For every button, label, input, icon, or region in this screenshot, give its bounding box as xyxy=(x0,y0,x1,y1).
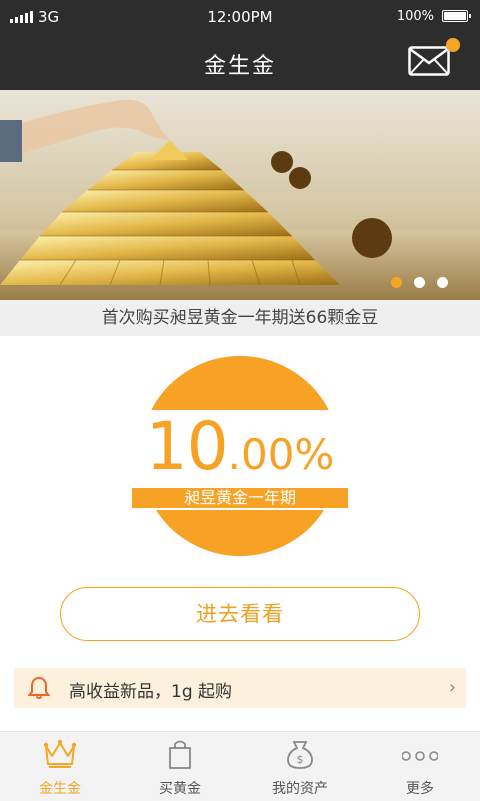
gold-pyramid-image xyxy=(0,99,480,300)
rate-integer: 10 xyxy=(145,408,229,485)
carousel-dot[interactable] xyxy=(437,277,448,288)
money-bag-icon: $ xyxy=(287,741,313,769)
promo-banner[interactable] xyxy=(0,90,480,300)
tab-my-assets[interactable]: $ 我的资产 xyxy=(240,732,360,801)
unread-badge xyxy=(446,38,460,52)
mail-button[interactable] xyxy=(408,38,460,76)
view-details-button[interactable]: 进去看看 xyxy=(60,587,420,641)
bell-icon xyxy=(28,676,50,699)
tab-label: 我的资产 xyxy=(272,781,328,797)
carousel-indicator[interactable] xyxy=(391,277,448,288)
product-name: 昶昱黄金一年期 xyxy=(130,486,350,510)
more-dots-icon xyxy=(402,751,438,761)
notice-bar[interactable]: 高收益新品，1g 起购 › xyxy=(14,668,466,708)
chevron-right-icon: › xyxy=(448,677,456,698)
tab-label: 更多 xyxy=(406,781,434,797)
rate-decimal: .00% xyxy=(227,430,335,479)
tab-more[interactable]: 更多 xyxy=(360,732,480,801)
rate-badge[interactable]: 10.00% 昶昱黄金一年期 xyxy=(130,356,350,556)
battery-level: 100% xyxy=(396,9,434,24)
notice-text: 高收益新品，1g 起购 xyxy=(69,682,233,702)
envelope-icon xyxy=(408,46,450,76)
bottom-nav: 金生金 买黄金 $ 我的资产 更多 xyxy=(0,731,480,801)
status-bar: 3G 12:00PM 100% xyxy=(0,0,480,34)
shopping-bag-icon xyxy=(169,740,191,769)
tab-label: 买黄金 xyxy=(159,781,201,797)
tab-label: 金生金 xyxy=(39,781,81,797)
carousel-dot[interactable] xyxy=(391,277,402,288)
carousel-dot[interactable] xyxy=(414,277,425,288)
annual-rate: 10.00% xyxy=(100,408,380,485)
svg-text:$: $ xyxy=(297,753,304,766)
promo-text[interactable]: 首次购买昶昱黄金一年期送66颗金豆 xyxy=(0,300,480,336)
crown-icon xyxy=(43,739,77,768)
app-header: 金生金 xyxy=(0,34,480,90)
battery-icon xyxy=(442,10,471,22)
tab-buy-gold[interactable]: 买黄金 xyxy=(120,732,240,801)
tab-jinshengjin[interactable]: 金生金 xyxy=(0,732,120,801)
